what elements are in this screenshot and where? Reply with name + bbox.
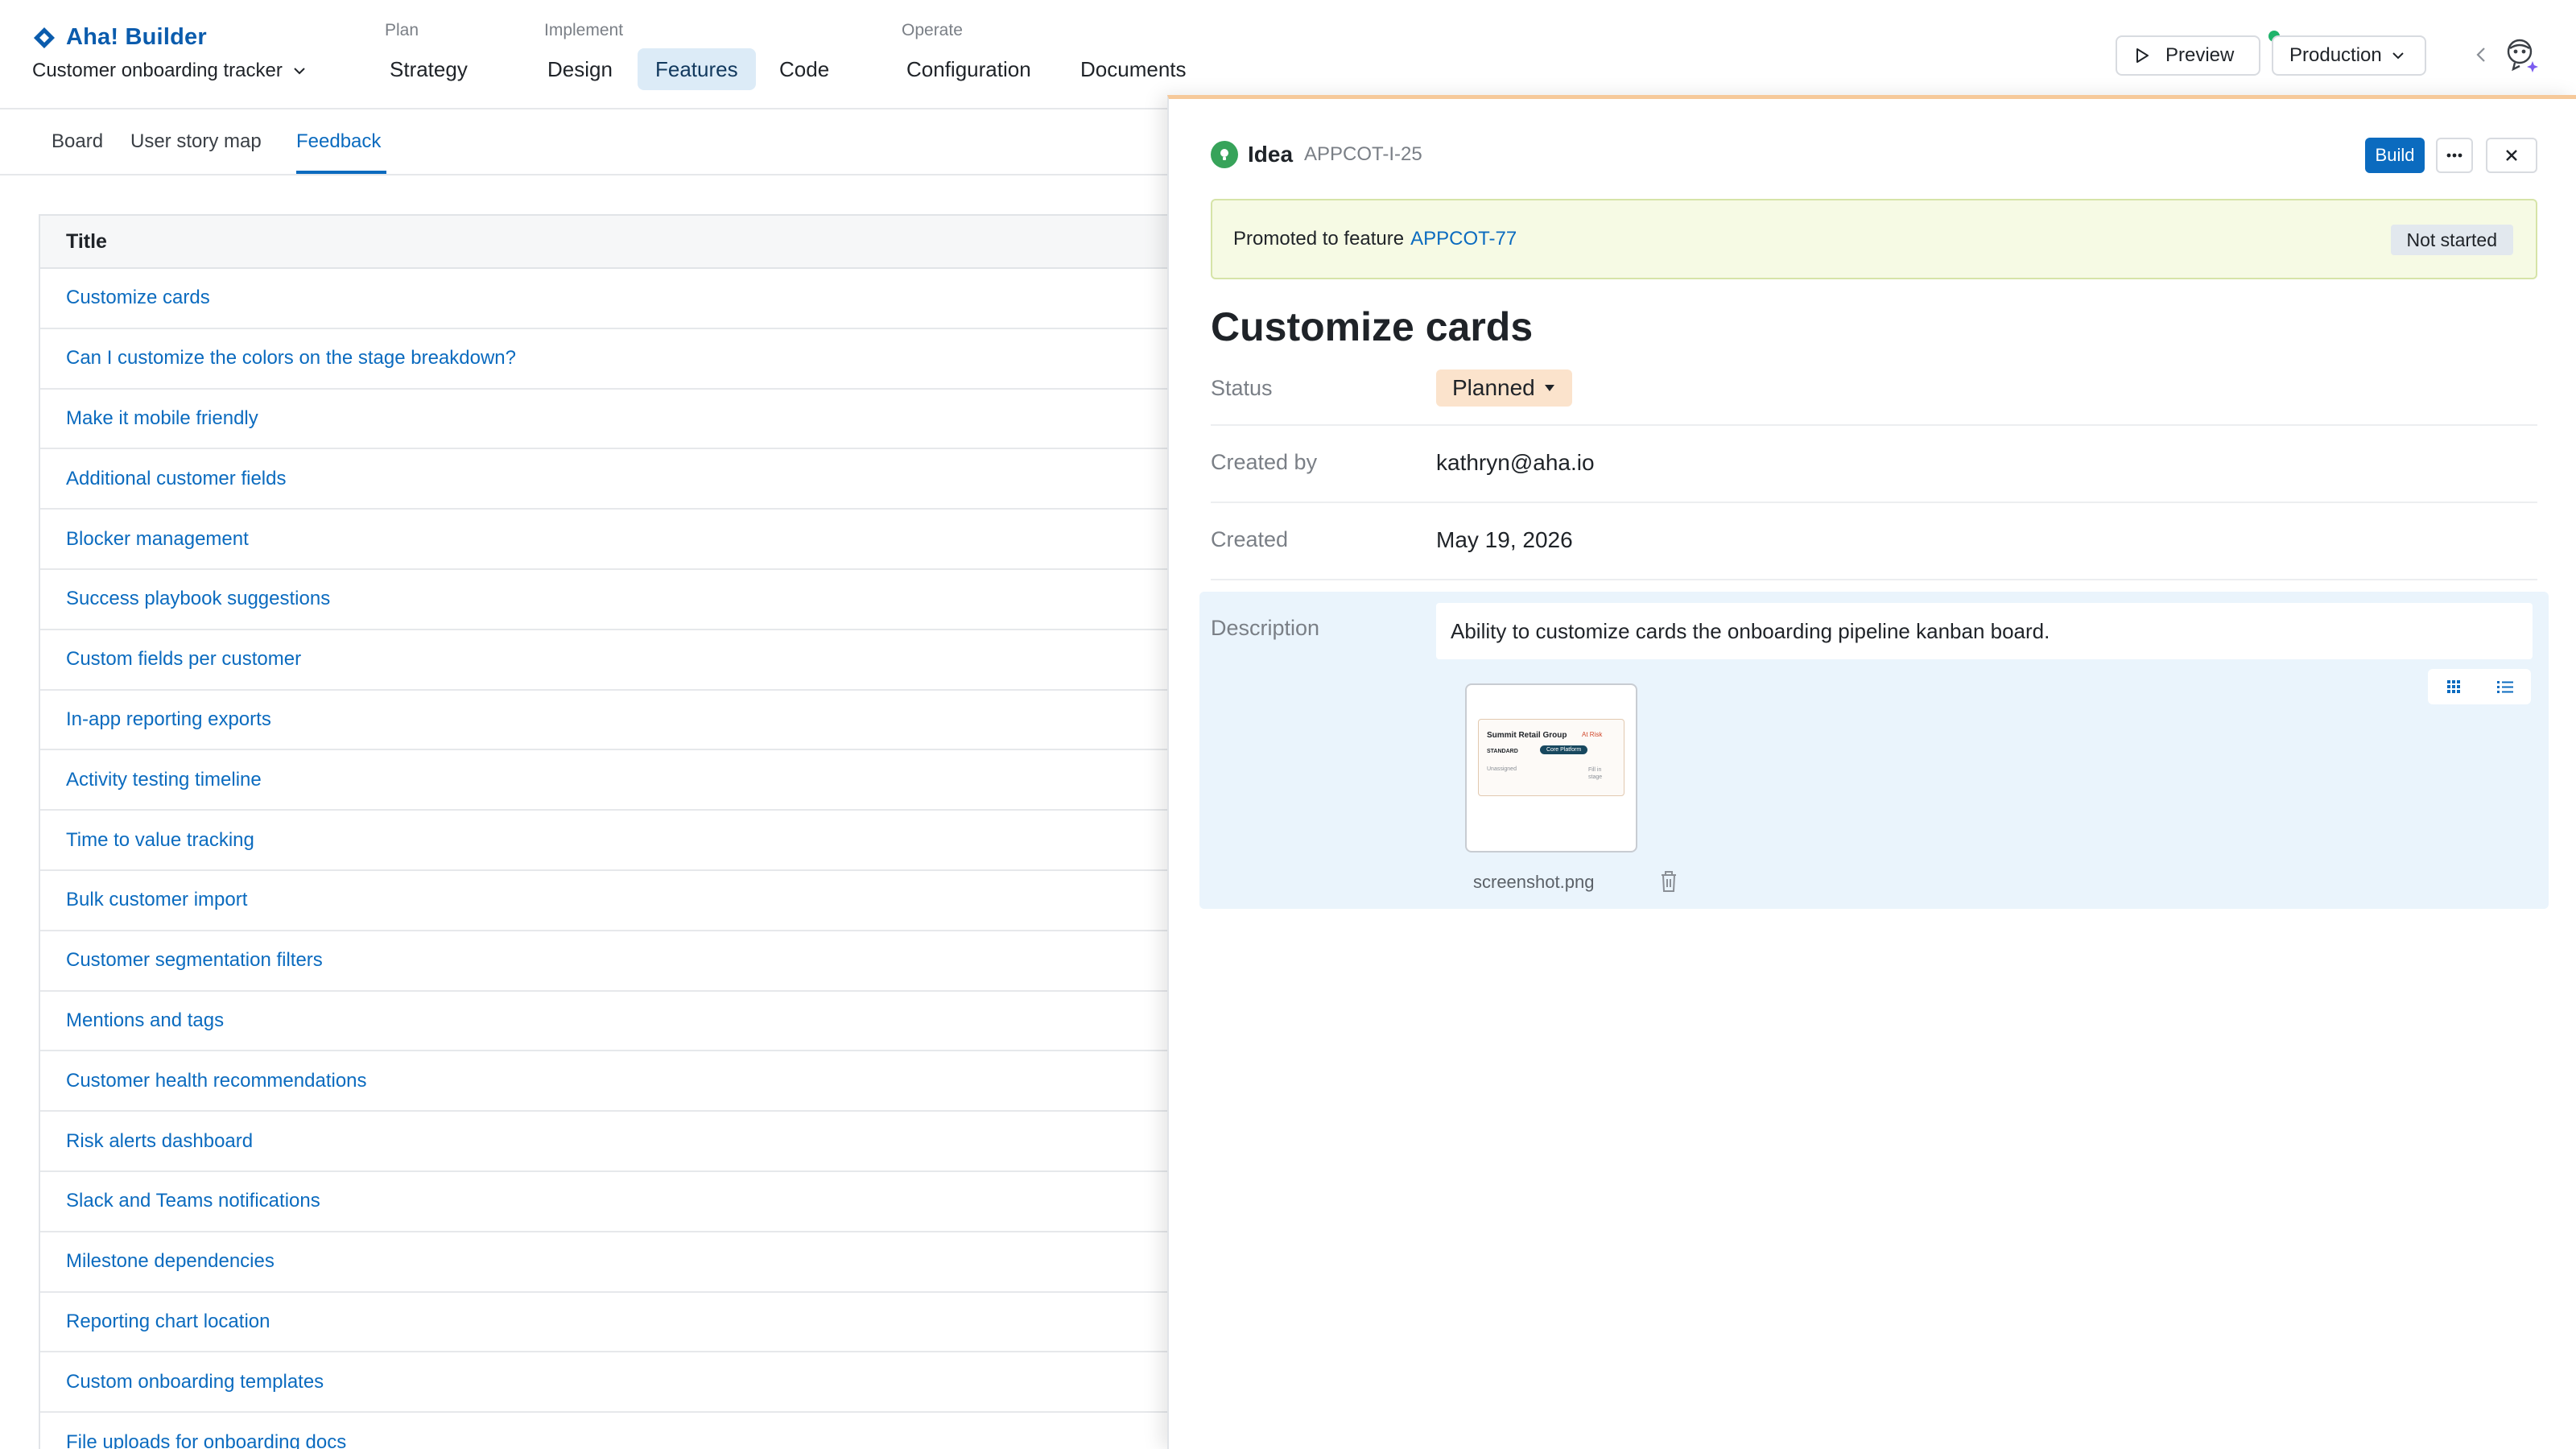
table-row[interactable]: Additional customer fields — [40, 449, 1214, 510]
nav-group-label-operate: Operate — [902, 21, 963, 39]
table-row[interactable]: Custom fields per customer — [40, 630, 1214, 691]
created-by-value: kathryn@aha.io — [1436, 450, 1595, 475]
field-created: Created May 19, 2026 — [1211, 503, 2537, 580]
feedback-table: Title Customize cards Can I customize the… — [39, 214, 1214, 1449]
nav-item-configuration[interactable]: Configuration — [889, 48, 1049, 90]
preview-label: Preview — [2165, 44, 2235, 66]
table-row[interactable]: File uploads for onboarding docs — [40, 1413, 1214, 1449]
preview-company: Summit Retail Group — [1487, 731, 1567, 740]
project-name: Customer onboarding tracker — [32, 60, 283, 81]
tab-user-story-map[interactable]: User story map — [130, 130, 262, 153]
nav-item-design[interactable]: Design — [530, 48, 630, 90]
table-row[interactable]: Customize cards — [40, 269, 1214, 329]
record-type: Idea — [1248, 142, 1294, 167]
nav-item-code[interactable]: Code — [762, 48, 847, 90]
close-drawer-button[interactable] — [2486, 138, 2537, 173]
trash-icon[interactable] — [1657, 869, 1681, 894]
table-row[interactable]: Custom onboarding templates — [40, 1352, 1214, 1414]
field-label-description: Description — [1211, 616, 1320, 640]
chevron-down-icon — [2392, 52, 2404, 60]
table-row[interactable]: Mentions and tags — [40, 992, 1214, 1052]
play-icon — [2136, 48, 2149, 63]
preview-button[interactable]: Preview — [2116, 35, 2260, 76]
table-row[interactable]: Time to value tracking — [40, 811, 1214, 871]
promoted-feature-link[interactable]: APPCOT-77 — [1410, 228, 1517, 250]
preview-owner: Unassigned — [1487, 766, 1517, 772]
tab-board[interactable]: Board — [52, 130, 103, 153]
preview-risk: At Risk — [1582, 731, 1603, 738]
column-header-title[interactable]: Title — [40, 216, 1214, 269]
table-row[interactable]: Blocker management — [40, 510, 1214, 570]
attachment-preview-card: Summit Retail Group At Risk STANDARD Cor… — [1478, 719, 1624, 796]
table-row[interactable]: Risk alerts dashboard — [40, 1112, 1214, 1172]
attachment-thumbnail[interactable]: Summit Retail Group At Risk STANDARD Cor… — [1465, 683, 1637, 852]
table-row[interactable]: Reporting chart location — [40, 1293, 1214, 1353]
table-row[interactable]: Customer health recommendations — [40, 1051, 1214, 1113]
table-row[interactable]: Can I customize the colors on the stage … — [40, 329, 1214, 390]
nav-item-strategy[interactable]: Strategy — [372, 48, 485, 90]
drawer-header: Idea APPCOT-I-25 — [1211, 141, 1422, 168]
preview-plan: Core Platform — [1540, 745, 1588, 754]
preview-tier: STANDARD — [1487, 749, 1518, 754]
nav-item-features[interactable]: Features — [638, 48, 756, 90]
promotion-text: Promoted to feature — [1233, 228, 1405, 250]
close-icon — [2506, 150, 2517, 161]
brand[interactable]: Aha! Builder — [32, 24, 207, 51]
table-row[interactable]: Activity testing timeline — [40, 750, 1214, 811]
attachment-filename[interactable]: screenshot.png — [1473, 872, 1594, 893]
build-button[interactable]: Build — [2365, 138, 2425, 173]
lightbulb-icon — [1220, 149, 1228, 160]
status-value: Planned — [1452, 375, 1535, 400]
status-dropdown[interactable]: Planned — [1436, 369, 1572, 407]
app-header: Aha! Builder Customer onboarding tracker… — [0, 0, 2576, 109]
table-row[interactable]: Bulk customer import — [40, 871, 1214, 931]
tab-feedback[interactable]: Feedback — [296, 130, 381, 153]
field-status: Status Planned — [1211, 368, 2537, 426]
attachment-view-toggles — [2428, 669, 2531, 704]
environment-label: Production — [2289, 44, 2382, 66]
nav-item-documents[interactable]: Documents — [1063, 48, 1204, 90]
brand-name: Aha! Builder — [66, 24, 207, 50]
table-body: Customize cards Can I customize the color… — [40, 269, 1214, 1449]
active-tab-indicator — [296, 171, 386, 174]
table-row[interactable]: In-app reporting exports — [40, 691, 1214, 751]
table-row[interactable]: Customer segmentation filters — [40, 931, 1214, 992]
chevron-down-icon — [294, 68, 305, 75]
project-switcher[interactable]: Customer onboarding tracker — [32, 60, 308, 82]
field-label-created: Created — [1211, 527, 1289, 551]
nav-group-label-implement: Implement — [544, 21, 624, 39]
environment-select[interactable]: Production — [2272, 35, 2426, 76]
more-options-button[interactable] — [2436, 138, 2473, 173]
record-reference: APPCOT-I-25 — [1304, 143, 1422, 165]
promotion-banner: Promoted to feature APPCOT-77 Not starte… — [1211, 199, 2537, 279]
grid-view-icon[interactable] — [2445, 678, 2462, 696]
chevron-left-icon[interactable] — [2470, 43, 2492, 66]
ai-assistant-icon[interactable] — [2500, 34, 2542, 76]
field-description: Description Ability to customize cards t… — [1199, 592, 2549, 909]
preview-stage: Fill in stage — [1588, 767, 1603, 780]
caret-down-icon — [1544, 385, 1554, 391]
field-label-created-by: Created by — [1211, 450, 1318, 474]
idea-badge — [1211, 141, 1238, 168]
idea-detail-drawer: Idea APPCOT-I-25 Build Promoted to featu… — [1167, 95, 2576, 1449]
field-label-status: Status — [1211, 376, 1273, 400]
feature-status-badge: Not started — [2390, 225, 2513, 255]
record-title[interactable]: Customize cards — [1211, 303, 1533, 350]
description-editor[interactable]: Ability to customize cards the onboardin… — [1436, 603, 2533, 659]
table-row[interactable]: Slack and Teams notifications — [40, 1172, 1214, 1232]
table-row[interactable]: Milestone dependencies — [40, 1232, 1214, 1293]
field-created-by: Created by kathryn@aha.io — [1211, 426, 2537, 503]
more-icon — [2446, 153, 2462, 158]
table-row[interactable]: Make it mobile friendly — [40, 390, 1214, 450]
created-value: May 19, 2026 — [1436, 527, 1573, 552]
nav-group-label-plan: Plan — [385, 21, 419, 39]
table-row[interactable]: Success playbook suggestions — [40, 570, 1214, 630]
aha-logo-icon — [34, 27, 55, 48]
feature-subtabs: Board User story map Feedback — [0, 111, 1175, 175]
list-view-icon[interactable] — [2496, 678, 2515, 696]
